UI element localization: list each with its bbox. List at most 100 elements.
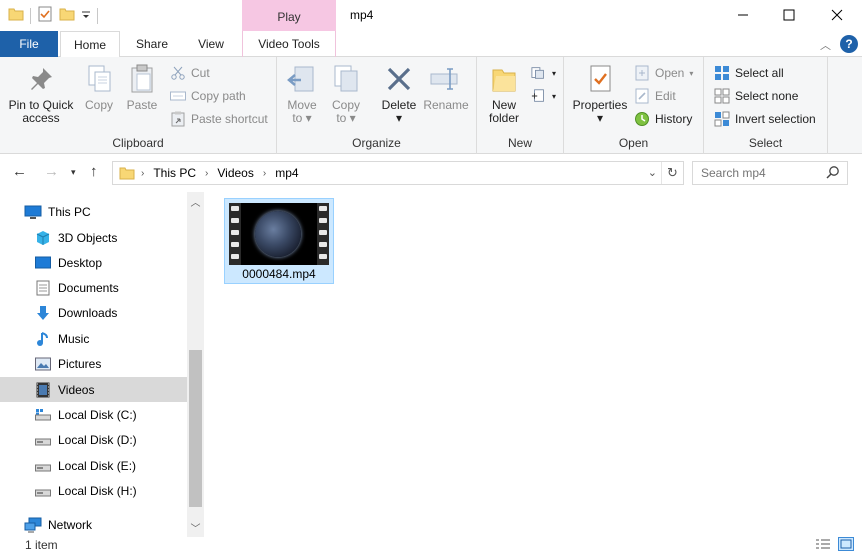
minimize-button[interactable]	[720, 0, 766, 30]
file-item[interactable]: 0000484.mp4	[224, 198, 334, 284]
navigation-scrollbar[interactable]: ︿ ﹀	[187, 192, 204, 537]
edit-button[interactable]: Edit	[634, 86, 676, 106]
pin-to-quick-access-button[interactable]: Pin to Quick access	[4, 63, 78, 125]
nav-item-3d-objects[interactable]: 3D Objects	[0, 225, 187, 250]
music-icon	[34, 330, 52, 348]
ribbon: Pin to Quick access Copy Paste Cut Copy …	[0, 57, 862, 154]
open-label: Open	[655, 66, 685, 80]
delete-dropdown-icon[interactable]: ▾	[379, 112, 419, 125]
documents-icon	[34, 279, 52, 297]
select-group: Select all Select none Invert selection …	[704, 57, 828, 154]
window-title: mp4	[350, 8, 374, 22]
rename-button[interactable]: Rename	[423, 63, 469, 112]
folder-icon	[119, 166, 135, 180]
breadcrumb-this-pc[interactable]: This PC	[153, 166, 196, 180]
edit-icon	[634, 88, 650, 104]
help-icon[interactable]: ?	[840, 35, 858, 53]
nav-item-documents[interactable]: Documents	[0, 275, 187, 300]
desktop-icon	[34, 254, 52, 272]
address-bar[interactable]: › This PC › Videos › mp4 ⌄ ↻	[112, 161, 684, 185]
properties-dropdown-icon[interactable]: ▾	[570, 112, 630, 125]
pc-icon	[24, 203, 42, 221]
video-frame	[241, 203, 317, 265]
paste-shortcut-button[interactable]: Paste shortcut	[170, 109, 268, 129]
open-group-label: Open	[618, 136, 649, 150]
select-all-button[interactable]: Select all	[714, 63, 784, 83]
quick-access-toolbar	[8, 6, 98, 25]
nav-item-pictures[interactable]: Pictures	[0, 351, 187, 376]
scroll-thumb[interactable]	[189, 350, 202, 507]
properties-qat-icon[interactable]	[37, 6, 53, 25]
search-input[interactable]	[701, 162, 826, 184]
breadcrumb-videos[interactable]: Videos	[217, 166, 253, 180]
close-button[interactable]	[814, 0, 860, 30]
tab-home[interactable]: Home	[60, 31, 120, 58]
new-item-button[interactable]: ▾	[531, 63, 556, 83]
search-icon[interactable]	[826, 165, 840, 182]
tab-share[interactable]: Share	[124, 31, 180, 57]
easy-access-icon	[531, 88, 547, 104]
search-box[interactable]	[692, 161, 848, 185]
film-strip-right	[317, 203, 329, 265]
tab-file[interactable]: File	[0, 31, 58, 57]
nav-item-label: Local Disk (D:)	[58, 432, 137, 447]
breadcrumb-mp4[interactable]: mp4	[275, 166, 298, 180]
cut-button[interactable]: Cut	[170, 63, 210, 83]
select-none-button[interactable]: Select none	[714, 86, 798, 106]
copy-path-icon	[170, 88, 186, 104]
invert-selection-button[interactable]: Invert selection	[714, 109, 816, 129]
status-bar: 1 item	[0, 537, 862, 552]
open-icon	[634, 65, 650, 81]
nav-item-label: Local Disk (C:)	[58, 407, 137, 422]
recent-locations-chevron-icon[interactable]: ▾	[71, 167, 76, 178]
address-history-chevron-icon[interactable]: ⌄	[648, 166, 657, 179]
nav-item-this-pc[interactable]: This PC	[0, 199, 187, 224]
forward-arrow-icon[interactable]: →	[44, 163, 59, 180]
move-to-button[interactable]: Move to ▾	[285, 63, 319, 125]
refresh-icon[interactable]: ↻	[661, 162, 683, 184]
scroll-down-icon[interactable]: ﹀	[187, 520, 204, 535]
tab-video-tools[interactable]: Video Tools	[242, 31, 336, 57]
nav-item-desktop[interactable]: Desktop	[0, 250, 187, 275]
select-all-icon	[714, 65, 730, 81]
collapse-ribbon-icon[interactable]: ︿	[820, 37, 831, 53]
nav-item-downloads[interactable]: Downloads	[0, 300, 187, 325]
chevron-down-icon: ▾	[689, 68, 694, 78]
customize-qat-icon[interactable]	[81, 6, 91, 25]
easy-access-button[interactable]: ▾	[531, 86, 556, 106]
nav-item-local-disk-d[interactable]: Local Disk (D:)	[0, 427, 187, 452]
new-folder-button[interactable]: New folder	[483, 63, 525, 125]
nav-item-local-disk-h[interactable]: Local Disk (H:)	[0, 478, 187, 503]
invert-selection-icon	[714, 111, 730, 127]
up-arrow-icon[interactable]: ↑	[90, 163, 98, 180]
scroll-up-icon[interactable]: ︿	[187, 194, 204, 209]
nav-item-music[interactable]: Music	[0, 326, 187, 351]
properties-button[interactable]: Properties ▾	[570, 63, 630, 125]
file-list: 0000484.mp4	[204, 192, 862, 537]
maximize-button[interactable]	[766, 0, 812, 30]
breadcrumb-separator-icon: ›	[141, 167, 145, 179]
nav-item-videos[interactable]: Videos	[0, 377, 187, 402]
downloads-icon	[34, 304, 52, 322]
paste-button[interactable]: Paste	[122, 63, 162, 112]
select-group-label: Select	[748, 136, 783, 150]
history-label: History	[655, 112, 693, 126]
tab-view[interactable]: View	[186, 31, 236, 57]
copy-to-button[interactable]: Copy to ▾	[329, 63, 363, 125]
details-view-icon[interactable]	[814, 537, 830, 551]
nav-item-label: Documents	[58, 280, 119, 295]
paste-label: Paste	[126, 98, 158, 112]
copy-path-button[interactable]: Copy path	[170, 86, 246, 106]
nav-item-local-disk-c[interactable]: Local Disk (C:)	[0, 402, 187, 427]
nav-item-network[interactable]: Network	[0, 512, 187, 537]
edit-label: Edit	[655, 89, 676, 103]
open-button[interactable]: Open ▾	[634, 63, 693, 83]
copy-button[interactable]: Copy	[80, 63, 118, 112]
history-button[interactable]: History	[634, 109, 692, 129]
clipboard-group: Pin to Quick access Copy Paste Cut Copy …	[0, 57, 277, 154]
delete-button[interactable]: Delete ▾	[379, 63, 419, 125]
nav-item-local-disk-e[interactable]: Local Disk (E:)	[0, 453, 187, 478]
back-arrow-icon[interactable]: ←	[12, 163, 27, 180]
large-icons-view-icon[interactable]	[838, 537, 854, 551]
new-folder-qat-icon[interactable]	[59, 6, 75, 25]
